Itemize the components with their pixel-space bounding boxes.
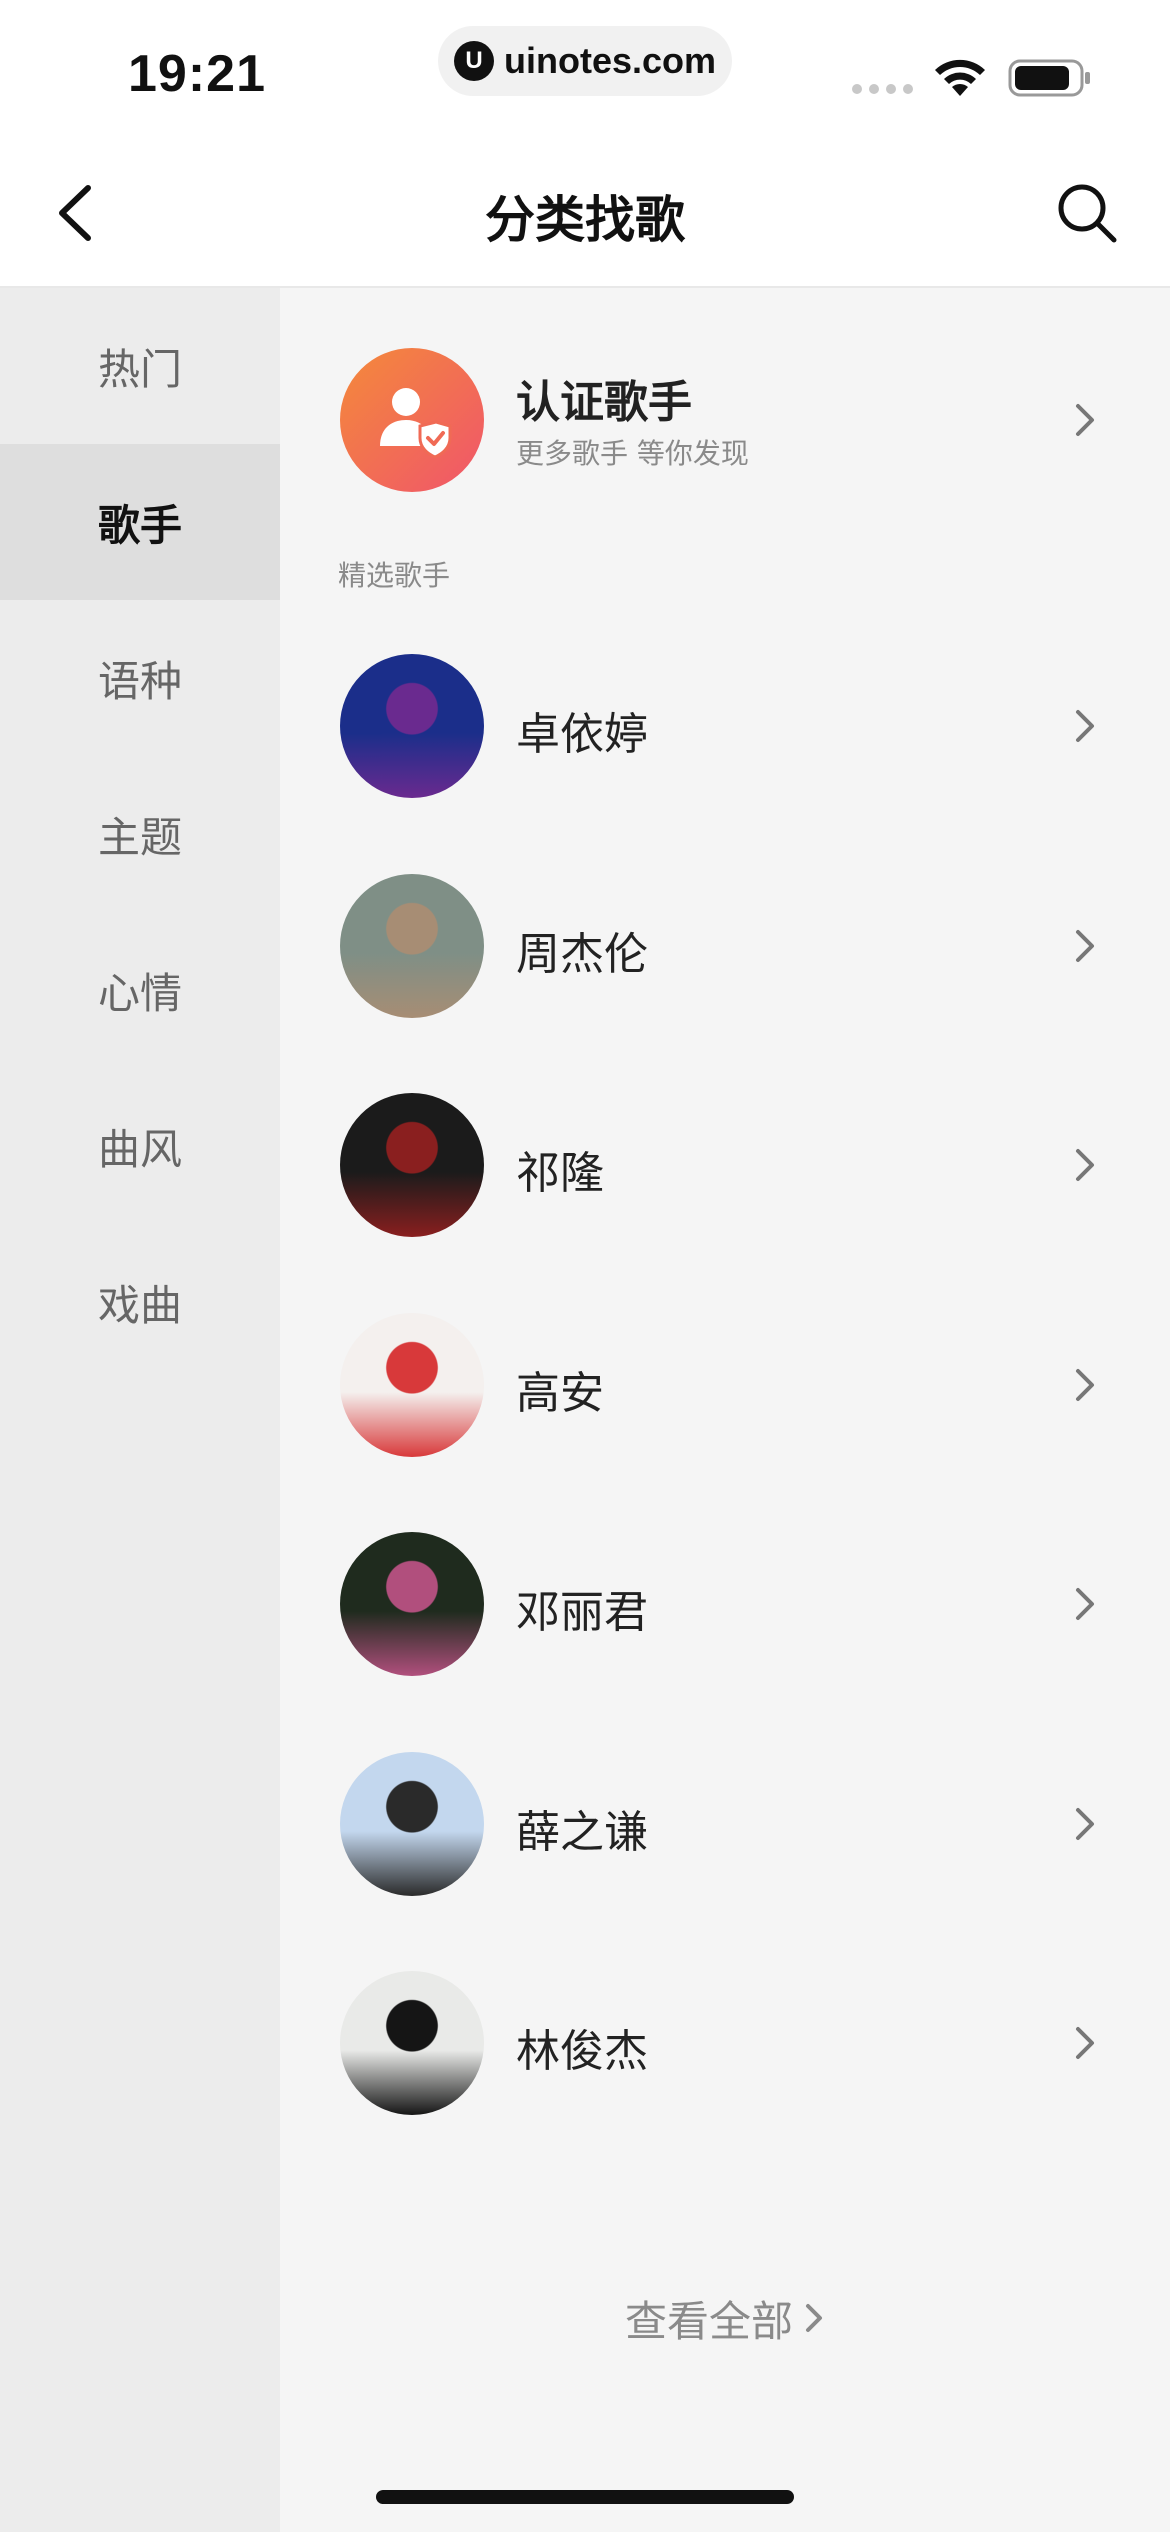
artist-name: 祁隆 [516, 1148, 604, 1199]
sidebar-item-label: 语种 [97, 656, 182, 706]
search-button[interactable] [1054, 180, 1120, 246]
certified-singers-title: 认证歌手 [516, 377, 692, 428]
battery-icon [1008, 59, 1090, 97]
chevron-right-icon [1076, 710, 1094, 742]
see-all-label: 查看全部 [624, 2296, 793, 2346]
section-label-featured: 精选歌手 [338, 559, 451, 592]
nav-bar: 分类找歌 [0, 140, 1170, 288]
artist-name: 卓依婷 [516, 709, 648, 760]
status-time: 19:21 [128, 45, 266, 103]
url-pill[interactable]: U uinotes.com [438, 26, 732, 96]
search-icon [1058, 184, 1117, 243]
artist-name: 高安 [516, 1367, 604, 1419]
chevron-right-icon [1076, 404, 1094, 436]
artist-row[interactable]: 邓丽君 [280, 1532, 1170, 1752]
wifi-icon [935, 59, 985, 96]
certified-singers-subtitle: 更多歌手 等你发现 [516, 437, 749, 470]
sidebar-item-label: 主题 [97, 812, 182, 862]
artist-row[interactable]: 卓依婷 [280, 654, 1170, 874]
artist-avatar [340, 1093, 484, 1237]
artist-name: 邓丽君 [516, 1587, 648, 1638]
chevron-right-icon [1076, 1807, 1094, 1840]
sidebar-item-language[interactable]: 语种 [0, 600, 280, 756]
certified-singer-icon [340, 348, 484, 492]
sidebar-item-label: 心情 [97, 968, 182, 1018]
main-content: 认证歌手 更多歌手 等你发现 精选歌手 卓依婷 周杰伦 祁隆 高安 邓丽君 薛之… [280, 288, 1170, 2532]
chevron-right-icon [1076, 1149, 1094, 1181]
home-indicator [376, 2490, 794, 2504]
page-title: 分类找歌 [485, 191, 685, 249]
artist-avatar [340, 1971, 484, 2115]
artist-avatar [340, 873, 484, 1018]
chevron-right-icon [1076, 1368, 1094, 1401]
sidebar-item-singer[interactable]: 歌手 [0, 444, 280, 600]
artist-name: 林俊杰 [516, 2026, 648, 2077]
cellular-signal-icon [852, 84, 913, 94]
artist-name: 薛之谦 [516, 1806, 648, 1858]
artist-row[interactable]: 周杰伦 [280, 873, 1170, 1094]
artist-row[interactable]: 林俊杰 [280, 1971, 1170, 2191]
artist-avatar [340, 1751, 484, 1896]
sidebar-item-label: 戏曲 [97, 1280, 182, 1330]
status-bar: 19:21 U uinotes.com [0, 0, 1170, 140]
sidebar-item-genre[interactable]: 曲风 [0, 1068, 280, 1224]
category-sidebar: 热门 歌手 语种 主题 心情 曲风 戏曲 [0, 288, 280, 2532]
url-text: uinotes.com [503, 40, 717, 81]
artist-row[interactable]: 薛之谦 [280, 1751, 1170, 1972]
sidebar-item-mood[interactable]: 心情 [0, 912, 280, 1068]
sidebar-item-label: 热门 [97, 344, 182, 394]
artist-list: 卓依婷 周杰伦 祁隆 高安 邓丽君 薛之谦 林俊杰 [280, 654, 1170, 2191]
artist-avatar [340, 1312, 484, 1457]
sidebar-item-label: 曲风 [97, 1124, 182, 1174]
artist-row[interactable]: 祁隆 [280, 1093, 1170, 1313]
artist-avatar [340, 654, 484, 798]
chevron-right-icon [806, 2304, 822, 2332]
chevron-right-icon [1076, 2027, 1094, 2059]
sidebar-item-hot[interactable]: 热门 [0, 288, 280, 444]
sidebar-item-opera[interactable]: 戏曲 [0, 1224, 280, 1380]
chevron-right-icon [1076, 1588, 1094, 1620]
site-logo-icon: U [453, 41, 494, 81]
artist-avatar [340, 1532, 484, 1676]
chevron-right-icon [1076, 929, 1094, 962]
sidebar-item-theme[interactable]: 主题 [0, 756, 280, 912]
artist-row[interactable]: 高安 [280, 1312, 1170, 1533]
certified-singers-row[interactable]: 认证歌手 更多歌手 等你发现 [280, 348, 1170, 492]
artist-name: 周杰伦 [516, 928, 648, 980]
see-all-button[interactable]: 查看全部 [280, 2268, 1170, 2368]
sidebar-item-label: 歌手 [97, 500, 182, 550]
